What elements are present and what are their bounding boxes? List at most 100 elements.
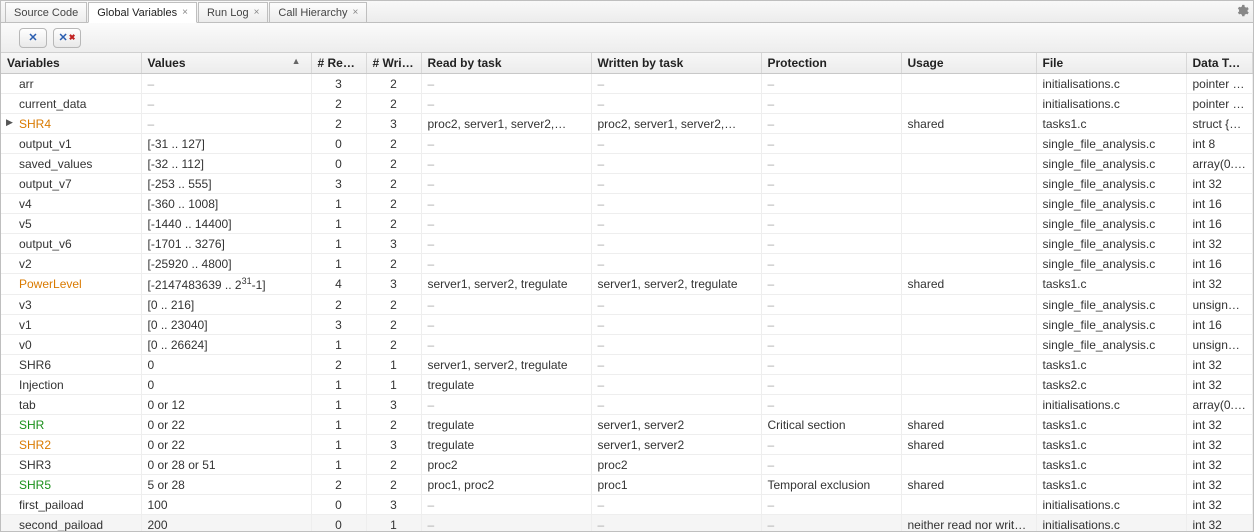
cell-read-by: tregulate (421, 415, 591, 435)
col-read-by[interactable]: Read by task (421, 53, 591, 74)
variable-name: SHR5 (19, 478, 51, 492)
variables-table-scroll[interactable]: Variables Values ▲ # Reads # Writes Read… (1, 53, 1253, 531)
table-row[interactable]: tab0 or 1213–––initialisations.carray(0.… (1, 395, 1253, 415)
tab-source-code[interactable]: Source Code (5, 2, 87, 22)
table-row[interactable]: SHR6021server1, server2, tregulate––task… (1, 355, 1253, 375)
table-row[interactable]: v5[-1440 .. 14400]12–––single_file_analy… (1, 214, 1253, 234)
cell-writes: 2 (366, 74, 421, 94)
close-icon[interactable]: × (182, 8, 188, 18)
tab-global-variables[interactable]: Global Variables× (88, 2, 197, 23)
cell-protection: – (761, 234, 901, 254)
table-row[interactable]: output_v7[-253 .. 555]32–––single_file_a… (1, 174, 1253, 194)
cell-file: single_file_analysis.c (1036, 134, 1186, 154)
cell-usage (901, 495, 1036, 515)
col-writes[interactable]: # Writes (366, 53, 421, 74)
table-row[interactable]: current_data–22–––initialisations.cpoint… (1, 94, 1253, 114)
cell-variable: output_v1 (1, 134, 141, 154)
cell-read-by: – (421, 234, 591, 254)
table-row[interactable]: output_v6[-1701 .. 3276]13–––single_file… (1, 234, 1253, 254)
cell-writes: 2 (366, 214, 421, 234)
cell-reads: 1 (311, 234, 366, 254)
panel-options-gear-icon[interactable] (1235, 4, 1249, 18)
cell-read-by: – (421, 335, 591, 355)
cell-reads: 1 (311, 335, 366, 355)
table-row[interactable]: ▶SHR4–23proc2, server1, server2,…proc2, … (1, 114, 1253, 134)
cell-read-by: proc2 (421, 455, 591, 475)
cell-read-by: – (421, 515, 591, 532)
cell-protection: – (761, 495, 901, 515)
cell-writes: 1 (366, 375, 421, 395)
table-row[interactable]: v2[-25920 .. 4800]12–––single_file_analy… (1, 254, 1253, 274)
col-written-by[interactable]: Written by task (591, 53, 761, 74)
cell-file: tasks1.c (1036, 114, 1186, 134)
cell-values: 0 (141, 355, 311, 375)
table-row[interactable]: SHR30 or 28 or 5112proc2proc2–tasks1.cin… (1, 455, 1253, 475)
col-usage[interactable]: Usage (901, 53, 1036, 74)
cell-dtype: int 32 (1186, 415, 1253, 435)
table-row[interactable]: Injection011tregulate––tasks2.cint 32 (1, 375, 1253, 395)
cell-usage (901, 94, 1036, 114)
table-row[interactable]: v0[0 .. 26624]12–––single_file_analysis.… (1, 335, 1253, 355)
cell-dtype: int 32 (1186, 234, 1253, 254)
tab-run-log[interactable]: Run Log × (198, 2, 268, 22)
cell-reads: 2 (311, 295, 366, 315)
cell-protection: – (761, 74, 901, 94)
cell-protection: Critical section (761, 415, 901, 435)
filter-button[interactable]: ✕ (19, 28, 47, 48)
variable-name: SHR3 (19, 458, 51, 472)
cell-read-by: – (421, 295, 591, 315)
tab-label: Run Log (207, 7, 249, 19)
variable-name: SHR2 (19, 438, 51, 452)
cell-writes: 2 (366, 94, 421, 114)
table-row[interactable]: second_paiload20001–––neither read nor w… (1, 515, 1253, 532)
col-protection[interactable]: Protection (761, 53, 901, 74)
cell-values: 0 (141, 375, 311, 395)
cell-file: single_file_analysis.c (1036, 295, 1186, 315)
table-row[interactable]: v1[0 .. 23040]32–––single_file_analysis.… (1, 315, 1253, 335)
col-file[interactable]: File (1036, 53, 1186, 74)
close-icon[interactable]: × (352, 8, 358, 18)
cell-written-by: – (591, 315, 761, 335)
cell-reads: 1 (311, 395, 366, 415)
cell-read-by: tregulate (421, 375, 591, 395)
table-row[interactable]: arr–32–––initialisations.cpointer to int… (1, 74, 1253, 94)
table-row[interactable]: first_paiload10003–––initialisations.cin… (1, 495, 1253, 515)
col-values[interactable]: Values ▲ (141, 53, 311, 74)
col-data-type[interactable]: Data Type (1186, 53, 1253, 74)
cell-usage (901, 214, 1036, 234)
cell-written-by: – (591, 134, 761, 154)
variable-name: SHR4 (19, 117, 51, 131)
cell-writes: 1 (366, 355, 421, 375)
cell-writes: 3 (366, 114, 421, 134)
cell-variable: tab (1, 395, 141, 415)
clear-filter-button[interactable]: ✕✖ (53, 28, 81, 48)
table-row[interactable]: v3[0 .. 216]22–––single_file_analysis.cu… (1, 295, 1253, 315)
col-variables[interactable]: Variables (1, 53, 141, 74)
table-row[interactable]: SHR20 or 2213tregulateserver1, server2–s… (1, 435, 1253, 455)
col-reads[interactable]: # Reads (311, 53, 366, 74)
expand-icon[interactable]: ▶ (6, 117, 13, 128)
cell-values: 0 or 22 (141, 435, 311, 455)
cell-read-by: – (421, 154, 591, 174)
cell-usage (901, 395, 1036, 415)
table-row[interactable]: v4[-360 .. 1008]12–––single_file_analysi… (1, 194, 1253, 214)
table-row[interactable]: SHR0 or 2212tregulateserver1, server2Cri… (1, 415, 1253, 435)
cell-writes: 2 (366, 415, 421, 435)
cell-written-by: server1, server2, tregulate (591, 274, 761, 295)
close-icon[interactable]: × (254, 8, 260, 18)
cell-written-by: – (591, 335, 761, 355)
variable-name: Injection (19, 378, 64, 392)
cell-dtype: unsigned int 8 (1186, 295, 1253, 315)
cell-variable: output_v7 (1, 174, 141, 194)
cell-written-by: – (591, 355, 761, 375)
cell-file: tasks1.c (1036, 435, 1186, 455)
col-values-label: Values (148, 56, 186, 70)
table-row[interactable]: SHR55 or 2822proc1, proc2proc1Temporal e… (1, 475, 1253, 495)
table-row[interactable]: PowerLevel[-2147483639 .. 231-1]43server… (1, 274, 1253, 295)
cell-written-by: server1, server2 (591, 415, 761, 435)
table-row[interactable]: saved_values[-32 .. 112]02–––single_file… (1, 154, 1253, 174)
tab-call-hierarchy[interactable]: Call Hierarchy× (269, 2, 367, 22)
cell-usage (901, 455, 1036, 475)
cell-read-by: proc1, proc2 (421, 475, 591, 495)
table-row[interactable]: output_v1[-31 .. 127]02–––single_file_an… (1, 134, 1253, 154)
